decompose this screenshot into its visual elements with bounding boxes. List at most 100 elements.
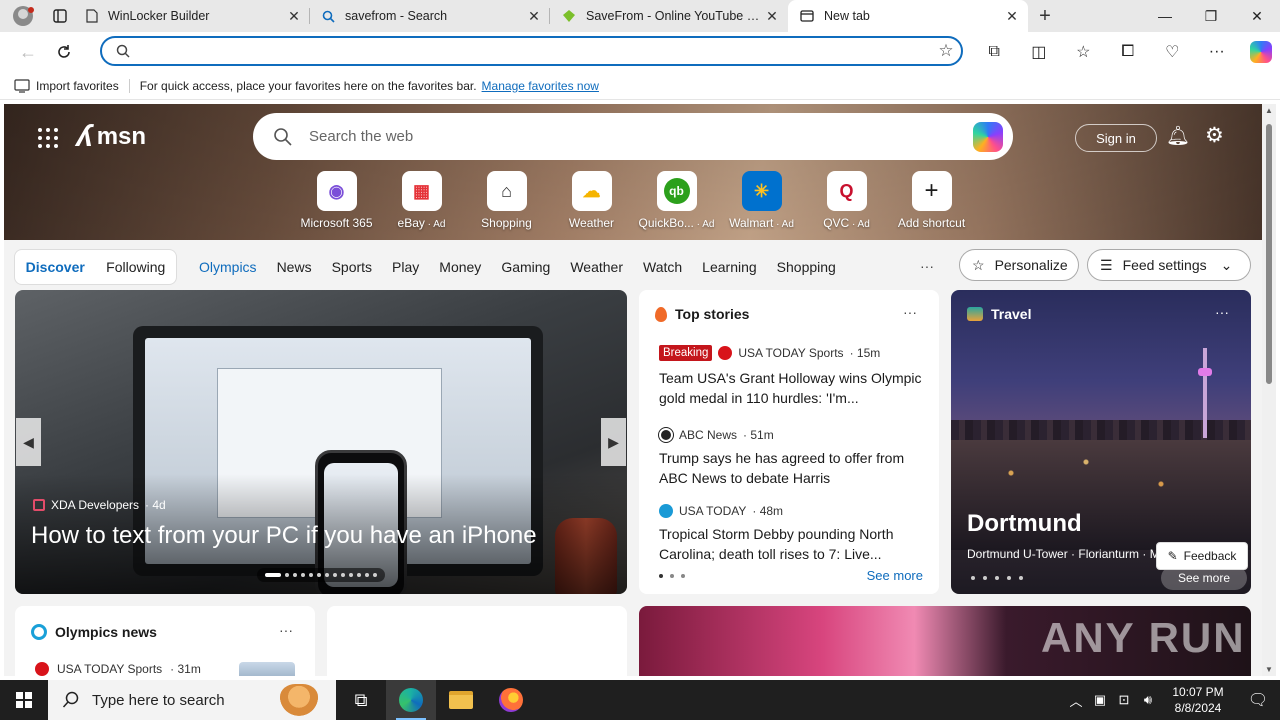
- favorite-star-icon[interactable]: ☆: [931, 41, 961, 61]
- video-card[interactable]: ANY RUN: [639, 606, 1251, 676]
- ad-label: · Ad: [849, 219, 870, 230]
- tab-close-button[interactable]: ✕: [1004, 8, 1020, 25]
- tab-winlocker[interactable]: WinLocker Builder ✕: [74, 0, 310, 32]
- shortcut-qvc[interactable]: Q QVC · Ad: [804, 171, 889, 230]
- taskbar-edge-button[interactable]: [386, 680, 436, 720]
- see-more-link[interactable]: See more: [867, 568, 923, 583]
- taskbar-file-explorer-button[interactable]: [436, 680, 486, 720]
- minimize-button[interactable]: —: [1142, 0, 1188, 32]
- more-options-button[interactable]: ···: [903, 304, 917, 320]
- usa-today-logo-icon: [659, 504, 673, 518]
- close-window-button[interactable]: ✕: [1234, 0, 1280, 32]
- scroll-down-arrow-icon[interactable]: ▼: [1265, 665, 1273, 674]
- more-options-button[interactable]: ···: [279, 622, 293, 638]
- story-item[interactable]: ABC News · 51m Trump says he has agreed …: [659, 426, 925, 488]
- feed-settings-button[interactable]: ☰ Feed settings ⌄: [1087, 249, 1251, 281]
- main-story-card[interactable]: ◀ ▶ XDA Developers · 4d How to text from…: [15, 290, 627, 594]
- category-sports[interactable]: Sports: [332, 259, 372, 275]
- category-weather[interactable]: Weather: [570, 259, 623, 275]
- scroll-up-arrow-icon[interactable]: ▲: [1265, 106, 1273, 115]
- shortcut-shopping[interactable]: ⌂ Shopping: [464, 171, 549, 230]
- split-screen-button[interactable]: ◫: [1017, 42, 1062, 62]
- shortcut-quickbooks[interactable]: qb QuickBo... · Ad: [634, 171, 719, 230]
- shortcut-walmart[interactable]: ✳ Walmart · Ad: [719, 171, 804, 230]
- browser-essentials-button[interactable]: ♡: [1150, 42, 1195, 62]
- web-search-box[interactable]: Search the web: [253, 113, 1013, 160]
- story-thumbnail[interactable]: [239, 662, 295, 676]
- shortcut-add[interactable]: + Add shortcut: [889, 171, 974, 230]
- search-icon: [116, 44, 130, 58]
- feedback-button[interactable]: ✎ Feedback: [1156, 542, 1248, 570]
- page-scrollbar[interactable]: ▲ ▼: [1262, 104, 1276, 676]
- olympics-icon: [31, 624, 47, 640]
- category-money[interactable]: Money: [439, 259, 481, 275]
- manage-favorites-link[interactable]: Manage favorites now: [482, 79, 599, 93]
- notifications-icon[interactable]: 🗨︎: [1236, 690, 1280, 710]
- extensions-button[interactable]: ⧉: [972, 43, 1017, 61]
- category-gaming[interactable]: Gaming: [501, 259, 550, 275]
- tab-close-button[interactable]: ✕: [764, 8, 780, 25]
- shortcut-weather[interactable]: ☁ Weather: [549, 171, 634, 230]
- tab-savefrom-downloader[interactable]: SaveFrom - Online YouTube Video Download…: [550, 0, 788, 32]
- category-news[interactable]: News: [277, 259, 312, 275]
- more-categories-button[interactable]: ···: [920, 258, 934, 274]
- carousel-next-button[interactable]: ▶: [601, 418, 626, 466]
- start-button[interactable]: [0, 680, 48, 720]
- device-icon[interactable]: ▣: [1088, 692, 1112, 708]
- favorites-hint: For quick access, place your favorites h…: [139, 78, 477, 93]
- copilot-button[interactable]: [1239, 41, 1280, 63]
- restore-button[interactable]: ❐: [1188, 0, 1234, 32]
- more-options-button[interactable]: ···: [1215, 304, 1229, 320]
- category-learning[interactable]: Learning: [702, 259, 757, 275]
- feed-nav: Discover Following Olympics News Sports …: [14, 248, 1252, 286]
- category-olympics[interactable]: Olympics: [199, 259, 257, 275]
- back-button[interactable]: ←: [10, 36, 46, 68]
- story-title[interactable]: How to text from your PC if you have an …: [31, 522, 537, 550]
- tab-following[interactable]: Following: [96, 259, 177, 275]
- taskbar-firefox-button[interactable]: [486, 680, 536, 720]
- task-view-button[interactable]: ⧉: [336, 680, 386, 720]
- personalize-button[interactable]: ☆ Personalize: [959, 249, 1079, 281]
- search-icon: [62, 691, 79, 708]
- sign-in-button[interactable]: Sign in: [1075, 124, 1157, 152]
- new-tab-button[interactable]: +: [1028, 0, 1062, 32]
- carousel-prev-button[interactable]: ◀: [16, 418, 41, 466]
- tab-close-button[interactable]: ✕: [526, 8, 542, 25]
- favorites-button[interactable]: ☆: [1061, 42, 1106, 62]
- tab-savefrom-search[interactable]: savefrom - Search ✕: [310, 0, 550, 32]
- shortcut-ebay[interactable]: ▦ eBay · Ad: [379, 171, 464, 230]
- msn-page: ʎ msn Search the web Sign in 🔔︎ ⚙ ◉ Micros…: [4, 104, 1262, 676]
- category-watch[interactable]: Watch: [643, 259, 682, 275]
- story-item[interactable]: USA TODAY · 48m Tropical Storm Debby pou…: [659, 502, 925, 564]
- story-item[interactable]: Breaking USA TODAY Sports · 15m Team USA'…: [659, 344, 925, 408]
- address-input[interactable]: [142, 43, 931, 59]
- category-play[interactable]: Play: [392, 259, 419, 275]
- chevron-up-icon[interactable]: ︿: [1064, 691, 1088, 710]
- clock[interactable]: 10:07 PM 8/8/2024: [1160, 684, 1236, 716]
- msn-logo[interactable]: ʎ msn: [76, 120, 146, 154]
- shopping-tag-icon: ⌂: [486, 171, 527, 211]
- scrollbar-thumb[interactable]: [1266, 124, 1272, 384]
- collections-button[interactable]: ⧠: [1106, 43, 1151, 61]
- volume-icon[interactable]: 🔊︎: [1136, 692, 1160, 708]
- apps-launcher-icon[interactable]: [38, 128, 58, 148]
- plus-icon: +: [911, 171, 952, 211]
- carousel-dots: [257, 568, 385, 582]
- profile-button[interactable]: [0, 0, 46, 32]
- refresh-button[interactable]: [46, 36, 82, 68]
- tab-close-button[interactable]: ✕: [286, 8, 302, 25]
- category-shopping[interactable]: Shopping: [777, 259, 836, 275]
- import-favorites-button[interactable]: Import favorites: [14, 79, 119, 93]
- network-icon[interactable]: ⊡: [1112, 692, 1136, 708]
- ad-label: · Ad: [424, 219, 446, 230]
- copilot-icon[interactable]: [973, 121, 1003, 152]
- address-bar[interactable]: ☆: [100, 36, 963, 66]
- taskbar-search-box[interactable]: Type here to search: [48, 680, 336, 720]
- tab-discover[interactable]: Discover: [15, 259, 96, 275]
- settings-gear-icon[interactable]: ⚙: [1205, 123, 1224, 148]
- shortcut-microsoft-365[interactable]: ◉ Microsoft 365: [294, 171, 379, 230]
- tab-actions-button[interactable]: [46, 0, 74, 32]
- tab-new-tab[interactable]: New tab ✕: [788, 0, 1028, 32]
- settings-more-button[interactable]: ···: [1195, 43, 1240, 61]
- notifications-bell-icon[interactable]: 🔔︎: [1166, 124, 1190, 148]
